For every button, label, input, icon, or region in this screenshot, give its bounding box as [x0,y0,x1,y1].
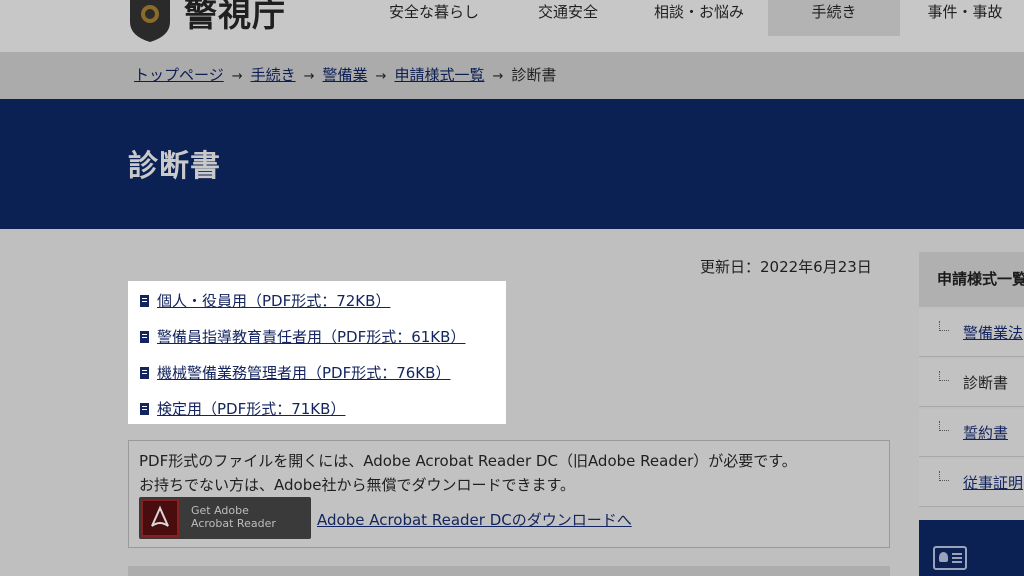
sidebar-item-employment-proof[interactable]: 従事証明 [919,459,1024,507]
breadcrumb-link-procedures[interactable]: 手続き [251,66,296,84]
page-title: 診断書 [128,149,221,184]
file-link-instructor[interactable]: 警備員指導教育責任者用（PDF形式：61KB） [157,328,465,346]
file-link-certification[interactable]: 検定用（PDF形式：71KB） [157,400,345,418]
lower-section-bar [128,566,890,576]
document-icon [140,295,149,307]
police-emblem-icon[interactable] [126,0,174,42]
adobe-badge-line2: Acrobat Reader [191,517,276,530]
adobe-badge-line1: Get Adobe [191,504,249,517]
nav-incidents[interactable]: 事件・事故 [906,0,1024,36]
breadcrumb: トップページ → 手続き → 警備業 → 申請様式一覧 → 診断書 [0,52,1024,99]
breadcrumb-separator: → [375,69,387,84]
pdf-notice-box: PDF形式のファイルを開くには、Adobe Acrobat Reader DC（… [128,440,890,548]
adobe-reader-badge[interactable]: Get Adobe Acrobat Reader [139,497,311,539]
tree-branch-icon [939,321,949,331]
breadcrumb-separator: → [303,69,315,84]
list-item: 機械警備業務管理者用（PDF形式：76KB） [140,362,450,384]
list-item: 個人・役員用（PDF形式：72KB） [140,290,390,312]
sidebar-link[interactable]: 従事証明 [963,474,1023,492]
sidebar-item-label: 従事証明 [963,472,1023,493]
tree-branch-icon [939,471,949,481]
nav-label: 安全な暮らし [388,3,479,21]
acrobat-icon [141,499,179,537]
adobe-download-link[interactable]: Adobe Acrobat Reader DCのダウンロードへ [317,511,632,529]
file-link-individual[interactable]: 個人・役員用（PDF形式：72KB） [157,292,390,310]
sidebar-link[interactable]: 誓約書 [963,424,1008,442]
pdf-notice-text: PDF形式のファイルを開くには、Adobe Acrobat Reader DC（… [139,452,797,470]
adobe-badge-text: Get Adobe Acrobat Reader [191,504,276,530]
nav-safe-living[interactable]: 安全な暮らし [366,0,502,36]
tree-branch-icon [939,421,949,431]
nav-label: 相談・お悩み [653,3,744,21]
sidebar-item-label: 診断書 [963,374,1009,392]
sidebar-heading: 申請様式一覧 [919,252,1024,307]
breadcrumb-separator: → [492,69,504,84]
nav-traffic-safety[interactable]: 交通安全 [510,0,626,36]
sidebar-item-label: 誓約書 [963,422,1008,443]
document-icon [140,331,149,343]
nav-procedures[interactable]: 手続き [768,0,900,36]
pdf-notice-text: お持ちでない方は、Adobe社から無償でダウンロードできます。 [139,476,575,494]
nav-label: 手続き [811,3,857,21]
sidebar: 申請様式一覧 警備業法 診断書 誓約書 従事証明 [919,252,1024,576]
sidebar-item-pledge[interactable]: 誓約書 [919,409,1024,457]
site-header: 警視庁 安全な暮らし 交通安全 相談・お悩み 手続き 事件・事故 [0,0,1024,52]
nav-label: 事件・事故 [927,3,1003,21]
nav-consultation[interactable]: 相談・お悩み [632,0,766,36]
breadcrumb-separator: → [231,69,243,84]
breadcrumb-link-security[interactable]: 警備業 [323,66,368,84]
sidebar-item-security-law[interactable]: 警備業法 [919,309,1024,357]
tree-branch-icon [939,371,949,381]
document-icon [140,367,149,379]
sidebar-item-label: 警備業法 [963,322,1023,343]
file-link-machine-manager[interactable]: 機械警備業務管理者用（PDF形式：76KB） [157,364,450,382]
nav-label: 交通安全 [537,3,598,21]
breadcrumb-link-top[interactable]: トップページ [134,66,224,84]
sidebar-item-medical-certificate: 診断書 [919,359,1024,407]
id-card-icon [933,546,967,570]
file-list: 個人・役員用（PDF形式：72KB） 警備員指導教育責任者用（PDF形式：61K… [128,281,506,424]
list-item: 警備員指導教育責任者用（PDF形式：61KB） [140,326,465,348]
adobe-download-link-wrap: Adobe Acrobat Reader DCのダウンロードへ [317,509,632,530]
site-logo-text[interactable]: 警視庁 [184,0,286,36]
title-band: 診断書 [0,99,1024,229]
breadcrumb-current: 診断書 [511,66,557,84]
updated-date: 更新日：2022年6月23日 [700,258,872,276]
document-icon [140,403,149,415]
sidebar-link[interactable]: 警備業法 [963,324,1023,342]
sidebar-banner[interactable] [919,520,1024,576]
list-item: 検定用（PDF形式：71KB） [140,398,345,420]
breadcrumb-link-forms[interactable]: 申請様式一覧 [394,66,484,84]
